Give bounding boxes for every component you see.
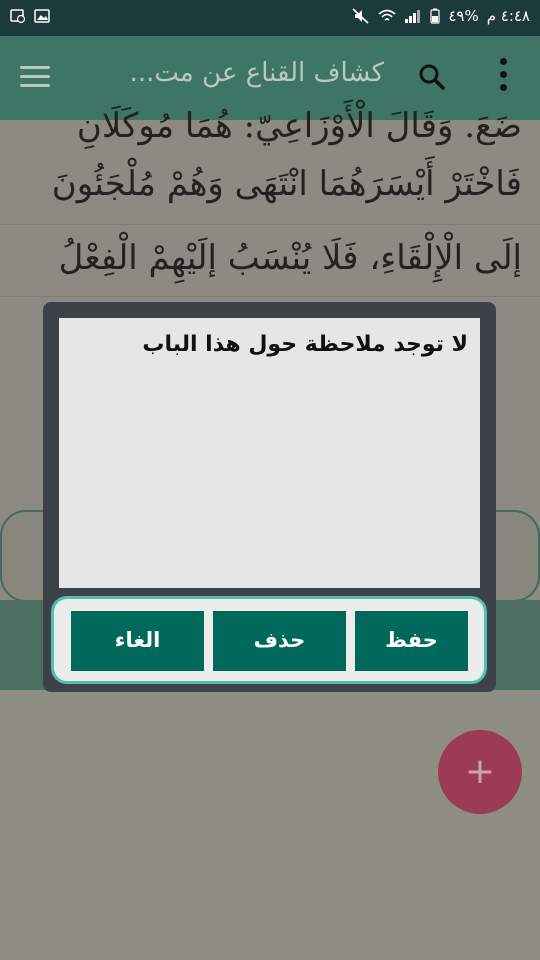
status-bar: ٤:٤٨ م %٤٩ xyxy=(0,0,540,36)
search-icon[interactable] xyxy=(415,60,449,94)
divider xyxy=(0,224,540,225)
content-line: فَاخْتَرْ أَيْسَرَهُمَا انْتَهَى وَهُمْ … xyxy=(51,164,522,204)
screenshot-icon xyxy=(10,9,26,24)
status-right: ٤:٤٨ م %٤٩ xyxy=(352,7,530,25)
image-icon xyxy=(34,9,50,23)
delete-button[interactable]: حذف xyxy=(213,611,346,671)
add-fab[interactable]: + xyxy=(438,730,522,814)
plus-icon: + xyxy=(464,751,496,792)
menu-icon[interactable] xyxy=(20,66,50,88)
background-lower xyxy=(0,690,540,960)
status-left-icons xyxy=(10,8,50,24)
note-dialog: لا توجد ملاحظة حول هذا الباب حفظ حذف الغ… xyxy=(43,302,496,692)
content-line: ضَعَ. وَقَالَ الْأَوْزَاعِيّ: هُمَا مُوك… xyxy=(76,106,522,146)
mute-icon xyxy=(352,8,369,24)
cancel-button[interactable]: الغاء xyxy=(71,611,204,671)
save-button[interactable]: حفظ xyxy=(355,611,468,671)
note-textarea[interactable]: لا توجد ملاحظة حول هذا الباب xyxy=(59,318,480,588)
note-text: لا توجد ملاحظة حول هذا الباب xyxy=(142,332,468,357)
battery-percent: %٤٩ xyxy=(448,7,479,25)
status-time: ٤:٤٨ م xyxy=(486,7,530,25)
battery-icon xyxy=(430,8,440,24)
app-title: كشاف القناع عن مت... xyxy=(129,58,384,88)
signal-icon xyxy=(405,10,421,23)
wifi-icon xyxy=(378,9,396,21)
content-line: إلَى الْإِلْقَاءِ، فَلَا يُنْسَبُ إلَيْه… xyxy=(58,238,522,278)
dialog-button-bar: حفظ حذف الغاء xyxy=(51,596,487,684)
more-vert-icon[interactable] xyxy=(496,58,510,98)
divider xyxy=(0,296,540,297)
